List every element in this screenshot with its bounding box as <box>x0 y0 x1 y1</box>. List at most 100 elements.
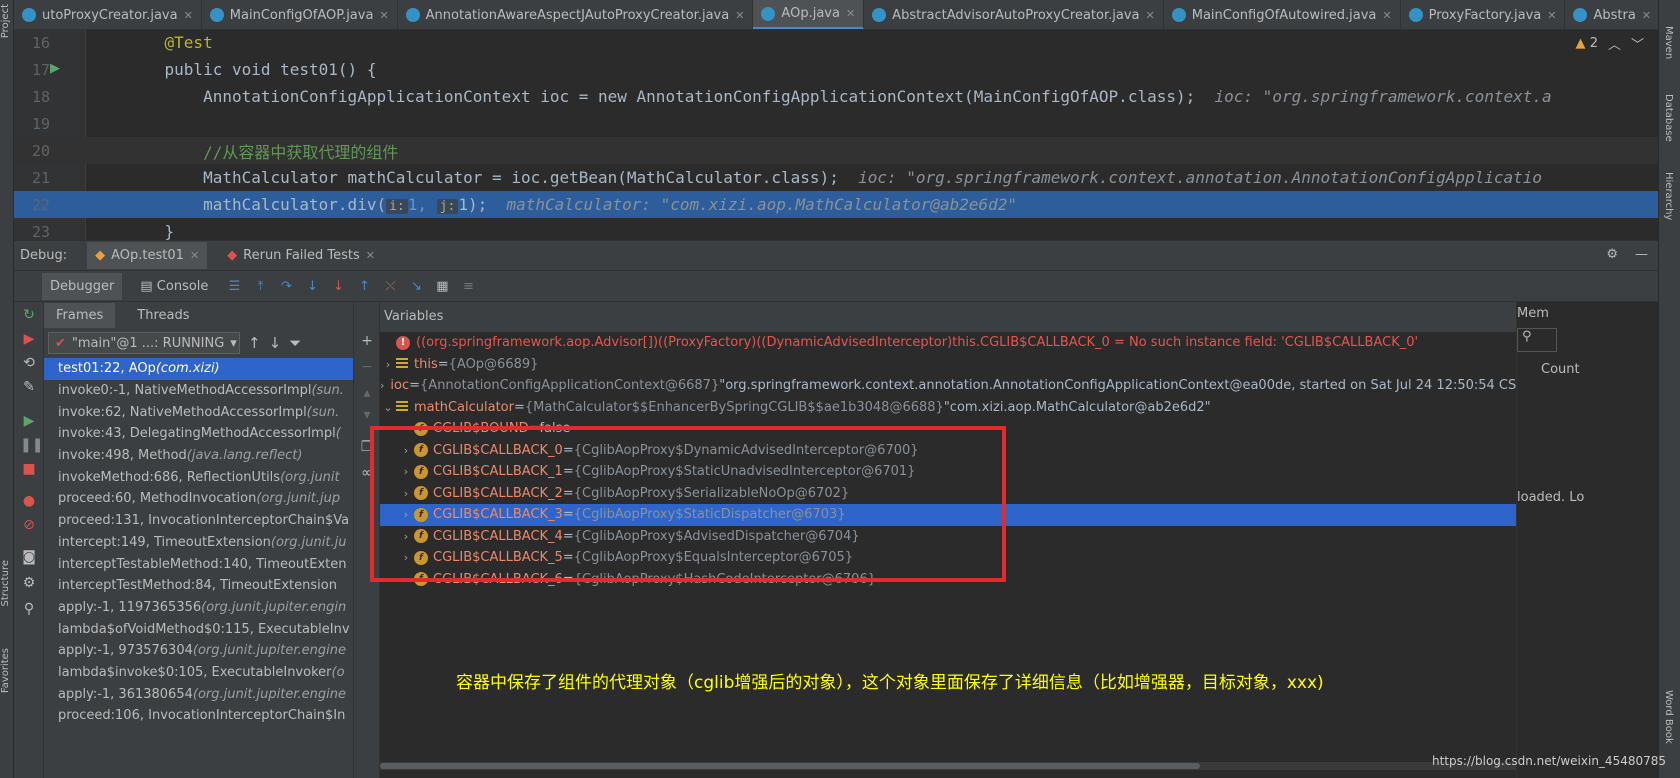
scrollbar-thumb[interactable] <box>380 763 1200 769</box>
code-line[interactable]: 19 <box>14 110 1658 137</box>
pause-icon[interactable]: ❚❚ <box>20 436 43 454</box>
tab-file[interactable]: MainConfigOfAutowired.java ✕ <box>1164 0 1401 29</box>
settings-icon[interactable]: ⚙ <box>20 574 38 592</box>
mute-breakpoints-icon[interactable]: ⊘ <box>20 516 38 534</box>
chevron-down-icon[interactable]: ﹀ <box>1631 34 1644 53</box>
close-icon[interactable]: ✕ <box>366 249 375 262</box>
copy-icon[interactable]: ❐ <box>358 438 376 456</box>
code-line[interactable]: 17 public void test01() { <box>14 56 1658 83</box>
close-icon[interactable]: ✕ <box>1382 9 1391 22</box>
filter-icon[interactable]: ⏷ <box>289 334 301 352</box>
minimize-icon[interactable]: — <box>1635 247 1648 262</box>
variable-row[interactable]: › f CGLIB$CALLBACK_3 = {CglibAopProxy$Stat… <box>380 504 1516 526</box>
tab-frames[interactable]: Frames <box>44 302 116 328</box>
code-line[interactable]: 22 mathCalculator.div(i: 1, j: 1); mathCal… <box>14 191 1658 218</box>
arrow-down-icon[interactable]: ↓ <box>269 334 282 352</box>
maven-tool-tab[interactable]: Maven <box>1663 26 1674 59</box>
variable-row[interactable]: › f CGLIB$CALLBACK_0 = {CglibAopProxy$Dyna… <box>380 440 1516 462</box>
tab-file[interactable]: utoProxyCreator.java ✕ <box>14 0 202 29</box>
stop-icon[interactable]: ■ <box>20 460 38 478</box>
view-breakpoints-icon[interactable]: ● <box>20 492 38 510</box>
evaluate-expression-icon[interactable]: ▦ <box>434 278 450 294</box>
wrench-icon[interactable]: ✎ <box>20 378 38 396</box>
stack-frame[interactable]: interceptTestableMethod:140, TimeoutExte… <box>44 553 353 575</box>
tab-debugger[interactable]: Debugger <box>42 272 123 300</box>
resume-icon[interactable]: ▶ <box>20 412 38 430</box>
expand-toggle-icon[interactable]: › <box>398 444 414 457</box>
drop-frame-icon[interactable]: ⤬ <box>382 278 398 294</box>
expand-toggle-icon[interactable]: › <box>398 508 414 521</box>
tab-file[interactable]: Abstra ✕ <box>1565 0 1658 29</box>
watch-error-row[interactable]: ! ((org.springframework.aop.Advisor[])((… <box>380 332 1516 354</box>
database-tool-tab[interactable]: Database <box>1663 94 1674 142</box>
hierarchy-tool-tab[interactable]: Hierarchy <box>1663 172 1674 220</box>
stack-frame[interactable]: invoke0:-1, NativeMethodAccessorImpl (su… <box>44 380 353 402</box>
tab-file[interactable]: AOp.java ✕ <box>753 0 865 29</box>
move-down-icon[interactable]: ▾ <box>358 406 376 424</box>
memory-title[interactable]: Mem <box>1517 302 1658 324</box>
rerun-failed-tab[interactable]: ◆ Rerun Failed Tests ✕ <box>227 248 375 263</box>
close-icon[interactable]: ✕ <box>1642 9 1651 22</box>
new-watch-icon[interactable]: + <box>358 332 376 350</box>
show-execution-point-icon[interactable]: ⤒ <box>252 278 268 294</box>
expand-toggle-icon[interactable]: › <box>398 573 414 586</box>
trace-icon[interactable]: ≡ <box>460 278 476 294</box>
inspection-widget[interactable]: ▲ 2 ︿ ﹀ <box>1576 34 1644 53</box>
expand-toggle-icon[interactable]: › <box>380 358 396 371</box>
stack-frame[interactable]: invoke:62, NativeMethodAccessorImpl (sun… <box>44 401 353 423</box>
close-icon[interactable]: ✕ <box>1547 9 1556 22</box>
rerun-icon[interactable]: ↻ <box>20 306 38 324</box>
variable-row[interactable]: f CGLIB$BOUND = false <box>380 418 1516 440</box>
remove-watch-icon[interactable]: − <box>358 358 376 376</box>
step-over-icon[interactable]: ↷ <box>278 278 294 294</box>
watches-toggle-icon[interactable]: ∞ <box>358 464 376 482</box>
project-tool-tab[interactable]: Project <box>0 4 14 38</box>
arrow-up-icon[interactable]: ↑ <box>248 334 261 352</box>
variable-row[interactable]: › this = {AOp@6689} <box>380 354 1516 376</box>
tab-file[interactable]: ProxyFactory.java ✕ <box>1401 0 1566 29</box>
stack-frame[interactable]: proceed:106, InvocationInterceptorChain$… <box>44 705 353 727</box>
expand-toggle-icon[interactable]: › <box>398 530 414 543</box>
expand-toggle-icon[interactable]: › <box>398 551 414 564</box>
variable-row[interactable]: › f CGLIB$CALLBACK_6 = {CglibAopProxy$Hash… <box>380 569 1516 591</box>
code-line[interactable]: 18 AnnotationConfigApplicationContext io… <box>14 83 1658 110</box>
close-icon[interactable]: ✕ <box>846 7 855 20</box>
close-icon[interactable]: ✕ <box>184 9 193 22</box>
stack-frame[interactable]: apply:-1, 361380654 (org.junit.jupiter.e… <box>44 683 353 705</box>
tab-threads[interactable]: Threads <box>125 303 201 328</box>
close-icon[interactable]: ✕ <box>1146 9 1155 22</box>
close-icon[interactable]: ✕ <box>735 9 744 22</box>
tab-file[interactable]: MainConfigOfAOP.java ✕ <box>202 0 398 29</box>
stack-frame[interactable]: apply:-1, 973576304 (org.junit.jupiter.e… <box>44 640 353 662</box>
thread-select[interactable]: ✔ "main"@1 ...: RUNNING ▾ <box>48 332 240 354</box>
stack-frame[interactable]: proceed:131, InvocationInterceptorChain$… <box>44 510 353 532</box>
expand-toggle-icon[interactable]: › <box>380 379 384 392</box>
variable-row[interactable]: › ioc = {AnnotationConfigApplicationConte… <box>380 375 1516 397</box>
stack-frame[interactable]: proceed:60, MethodInvocation (org.junit.… <box>44 488 353 510</box>
stack-frame[interactable]: interceptTestMethod:84, TimeoutExtension <box>44 575 353 597</box>
code-line[interactable]: 20 //从容器中获取代理的组件 <box>14 137 1658 164</box>
variable-row[interactable]: › f CGLIB$CALLBACK_1 = {CglibAopProxy$Stat… <box>380 461 1516 483</box>
code-line[interactable]: 16 @Test <box>14 30 1658 56</box>
memory-search-input[interactable]: ⚲ <box>1517 328 1557 352</box>
stack-frame[interactable]: lambda$invoke$0:105, ExecutableInvoker (… <box>44 662 353 684</box>
tab-file[interactable]: AnnotationAwareAspectJAutoProxyCreator.j… <box>398 0 754 29</box>
variables-horizontal-scrollbar[interactable] <box>380 762 1516 770</box>
move-up-icon[interactable]: ▴ <box>358 384 376 402</box>
stack-frame[interactable]: test01:22, AOp (com.xizi) <box>44 358 353 380</box>
variable-row[interactable]: › f CGLIB$CALLBACK_4 = {CglibAopProxy$Advi… <box>380 526 1516 548</box>
expand-toggle-icon[interactable]: › <box>398 487 414 500</box>
gear-icon[interactable]: ⚙ <box>1606 247 1618 262</box>
camera-icon[interactable]: ◙ <box>20 548 38 566</box>
tab-console[interactable]: ▤ Console <box>132 273 216 300</box>
variable-row[interactable]: › f CGLIB$CALLBACK_5 = {CglibAopProxy$Equa… <box>380 547 1516 569</box>
menu-icon[interactable]: ☰ <box>226 278 242 294</box>
structure-tool-tab[interactable]: Structure <box>0 560 14 607</box>
wordbook-tool-tab[interactable]: Word Book <box>1663 690 1674 744</box>
stack-frame[interactable]: lambda$ofVoidMethod$0:115, ExecutableInv <box>44 618 353 640</box>
variable-row[interactable]: › f CGLIB$CALLBACK_2 = {CglibAopProxy$Seri… <box>380 483 1516 505</box>
expand-toggle-icon[interactable]: ⌄ <box>380 401 396 414</box>
stack-frame[interactable]: apply:-1, 1197365356 (org.junit.jupiter.… <box>44 597 353 619</box>
stack-frame[interactable]: invoke:43, DelegatingMethodAccessorImpl … <box>44 423 353 445</box>
tab-file[interactable]: AbstractAdvisorAutoProxyCreator.java ✕ <box>864 0 1164 29</box>
